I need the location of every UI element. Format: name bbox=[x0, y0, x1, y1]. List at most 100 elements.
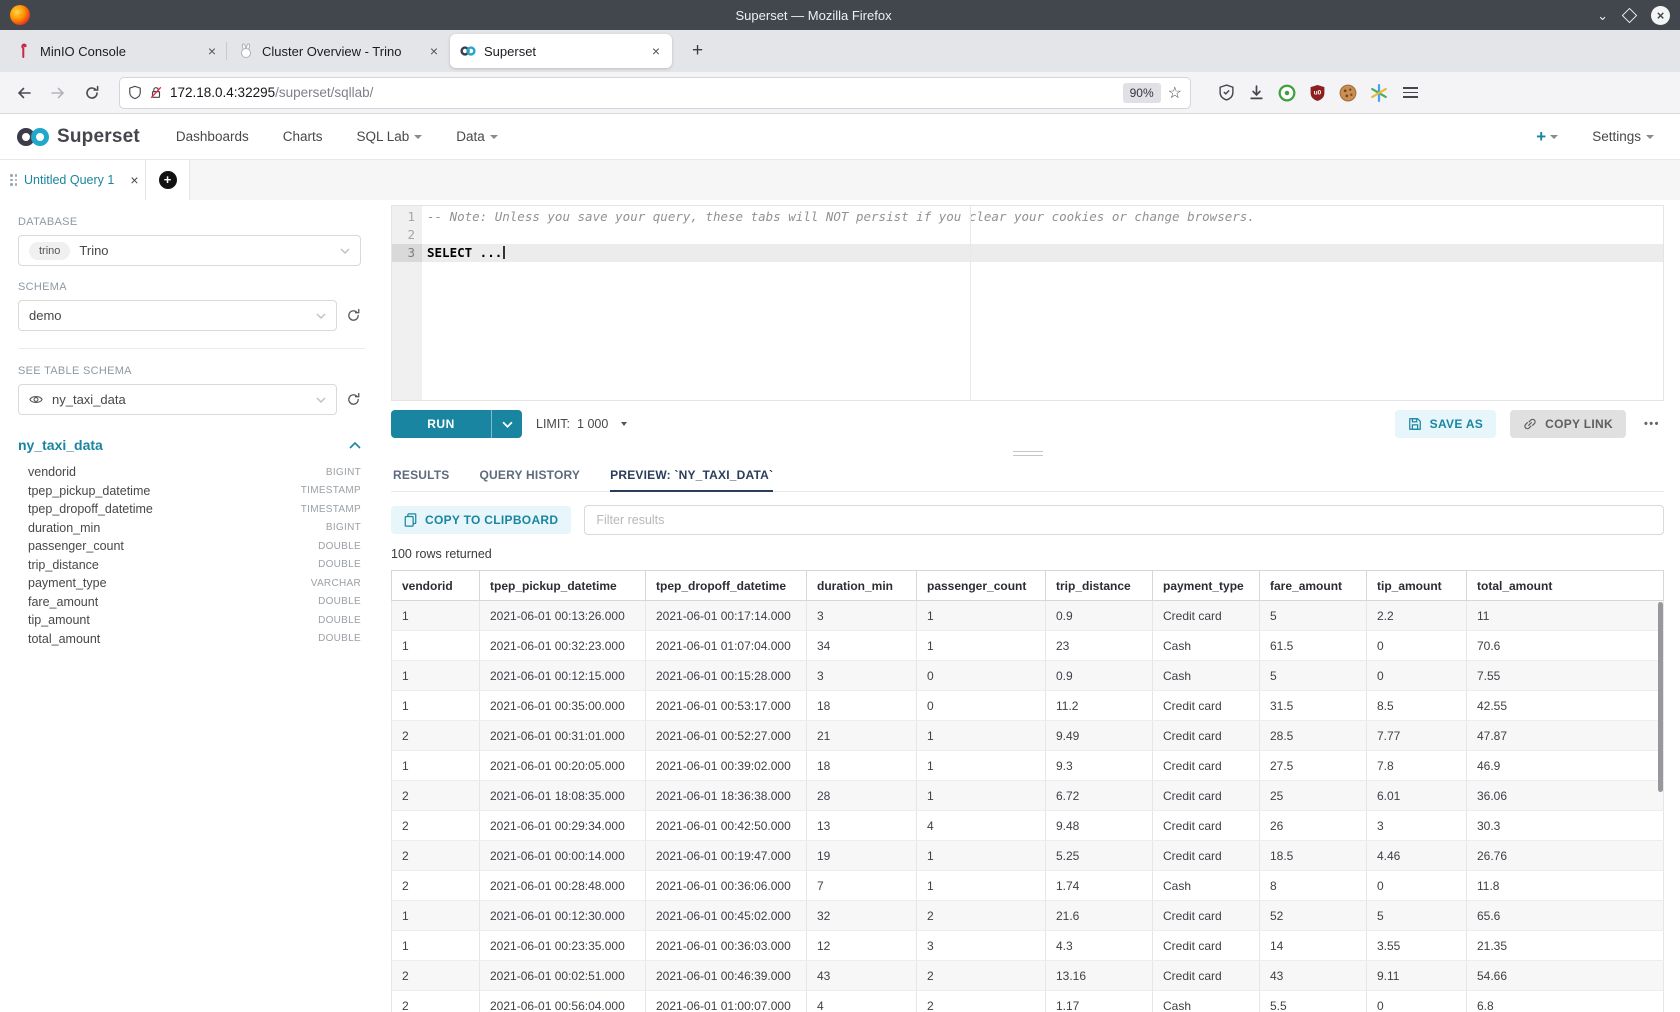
cell: 4.46 bbox=[1367, 841, 1467, 871]
chevron-down-icon bbox=[502, 421, 513, 428]
schema-select[interactable]: demo bbox=[18, 300, 337, 331]
database-select[interactable]: trino Trino bbox=[18, 235, 361, 266]
nav-item-sql-lab[interactable]: SQL Lab bbox=[356, 129, 422, 144]
run-button[interactable]: RUN bbox=[391, 410, 491, 438]
query-tab-close-icon[interactable]: × bbox=[130, 172, 138, 188]
window-maximize-icon[interactable] bbox=[1622, 7, 1638, 23]
column-header[interactable]: total_amount bbox=[1467, 571, 1664, 601]
column-header[interactable]: tpep_dropoff_datetime bbox=[646, 571, 807, 601]
cell: 23 bbox=[1046, 631, 1153, 661]
cell: 2 bbox=[917, 991, 1046, 1012]
nav-item-data[interactable]: Data bbox=[456, 129, 498, 144]
nav-item-charts[interactable]: Charts bbox=[283, 129, 323, 144]
window-close-icon[interactable]: × bbox=[1651, 6, 1670, 25]
column-header[interactable]: tip_amount bbox=[1367, 571, 1467, 601]
tab-close-icon[interactable]: × bbox=[206, 43, 218, 59]
cell: 2021-06-01 00:46:39.000 bbox=[646, 961, 807, 991]
cell: 1 bbox=[917, 601, 1046, 631]
run-options-button[interactable] bbox=[491, 410, 522, 438]
cell: 5 bbox=[1260, 601, 1367, 631]
table-select[interactable]: ny_taxi_data bbox=[18, 384, 337, 415]
settings-menu[interactable]: Settings bbox=[1592, 129, 1654, 144]
table-row: 2 2021-06-01 00:28:48.000 2021-06-01 00:… bbox=[392, 871, 1664, 901]
copy-to-clipboard-button[interactable]: COPY TO CLIPBOARD bbox=[391, 506, 571, 534]
copy-link-button[interactable]: COPY LINK bbox=[1510, 410, 1626, 438]
column-header[interactable]: passenger_count bbox=[917, 571, 1046, 601]
reload-button[interactable] bbox=[78, 79, 106, 107]
cell: 18.5 bbox=[1260, 841, 1367, 871]
query-tab-active[interactable]: Untitled Query 1 × bbox=[0, 160, 146, 200]
trino-favicon bbox=[238, 43, 254, 59]
cell: 2021-06-01 00:39:02.000 bbox=[646, 751, 807, 781]
cell: 1 bbox=[917, 631, 1046, 661]
browser-tab-minio[interactable]: MinIO Console × bbox=[6, 34, 228, 68]
firefox-icon bbox=[10, 5, 30, 25]
superset-navbar: Superset Dashboards Charts SQL Lab Data … bbox=[0, 114, 1680, 160]
extension-green-icon[interactable] bbox=[1278, 84, 1296, 102]
column-header[interactable]: duration_min bbox=[807, 571, 917, 601]
pocket-shield-icon[interactable] bbox=[1218, 84, 1235, 101]
add-query-tab-button[interactable]: + bbox=[159, 171, 177, 189]
cell: 2021-06-01 00:45:02.000 bbox=[646, 901, 807, 931]
table-row: 1 2021-06-01 00:35:00.000 2021-06-01 00:… bbox=[392, 691, 1664, 721]
cookie-icon[interactable] bbox=[1339, 84, 1357, 102]
browser-tab-superset[interactable]: Superset × bbox=[450, 34, 672, 68]
chevron-up-icon[interactable] bbox=[349, 441, 361, 449]
downloads-icon[interactable] bbox=[1248, 84, 1265, 101]
extension-asterisk-icon[interactable] bbox=[1370, 84, 1388, 102]
filter-results-input[interactable] bbox=[584, 505, 1664, 535]
table-row: 1 2021-06-01 00:32:23.000 2021-06-01 01:… bbox=[392, 631, 1664, 661]
cell: 2021-06-01 00:02:51.000 bbox=[480, 961, 646, 991]
column-header[interactable]: payment_type bbox=[1153, 571, 1260, 601]
limit-dropdown[interactable]: LIMIT: 1 000 bbox=[536, 417, 627, 431]
drag-handle-icon[interactable] bbox=[10, 174, 17, 186]
table-schema-title[interactable]: ny_taxi_data bbox=[18, 437, 349, 453]
insecure-lock-icon[interactable] bbox=[149, 85, 163, 100]
refresh-schema-icon[interactable] bbox=[346, 308, 361, 323]
cell: Cash bbox=[1153, 871, 1260, 901]
bookmark-star-icon[interactable]: ☆ bbox=[1168, 83, 1182, 103]
cell: 21 bbox=[807, 721, 917, 751]
column-header[interactable]: tpep_pickup_datetime bbox=[480, 571, 646, 601]
tab-preview[interactable]: PREVIEW: `NY_TAXI_DATA` bbox=[610, 459, 773, 491]
column-name: trip_distance bbox=[28, 558, 318, 572]
browser-tab-trino[interactable]: Cluster Overview - Trino × bbox=[228, 34, 450, 68]
back-button[interactable] bbox=[10, 79, 38, 107]
new-tab-button[interactable]: + bbox=[686, 40, 709, 62]
cell: 43 bbox=[807, 961, 917, 991]
tab-close-icon[interactable]: × bbox=[428, 43, 440, 59]
menu-icon[interactable] bbox=[1401, 85, 1420, 100]
query-tabstrip: Untitled Query 1 × + bbox=[0, 160, 1680, 200]
tracking-shield-icon[interactable] bbox=[128, 85, 142, 100]
refresh-tables-icon[interactable] bbox=[346, 392, 361, 407]
add-new-button[interactable]: + bbox=[1536, 127, 1558, 147]
ublock-shield-icon[interactable]: u0 bbox=[1309, 84, 1326, 102]
window-minimize-icon[interactable]: ⌄ bbox=[1597, 9, 1608, 22]
tab-query-history[interactable]: QUERY HISTORY bbox=[480, 459, 581, 491]
column-row: vendorid BIGINT bbox=[18, 463, 361, 482]
superset-logo[interactable]: Superset bbox=[16, 126, 140, 148]
column-header[interactable]: fare_amount bbox=[1260, 571, 1367, 601]
cell: 2 bbox=[392, 811, 480, 841]
cell: 9.11 bbox=[1367, 961, 1467, 991]
pane-resize-handle[interactable] bbox=[391, 447, 1664, 459]
url-bar[interactable]: 172.18.0.4:32295/superset/sqllab/ 90% ☆ bbox=[120, 78, 1190, 108]
zoom-level-badge[interactable]: 90% bbox=[1123, 83, 1161, 103]
caret-down-icon bbox=[621, 422, 627, 426]
chevron-down-icon bbox=[340, 248, 350, 254]
tab-close-icon[interactable]: × bbox=[650, 43, 662, 59]
browser-tab-label: Cluster Overview - Trino bbox=[262, 44, 420, 59]
sql-editor[interactable]: 1 2 3 -- Note: Unless you save your quer… bbox=[391, 205, 1664, 401]
forward-button[interactable] bbox=[44, 79, 72, 107]
table-scrollbar-thumb[interactable] bbox=[1658, 602, 1663, 792]
column-header[interactable]: trip_distance bbox=[1046, 571, 1153, 601]
column-header[interactable]: vendorid bbox=[392, 571, 480, 601]
cell: Credit card bbox=[1153, 601, 1260, 631]
cell: 21.35 bbox=[1467, 931, 1664, 961]
nav-item-dashboards[interactable]: Dashboards bbox=[176, 129, 249, 144]
editor-code[interactable]: -- Note: Unless you save your query, the… bbox=[422, 206, 1663, 400]
more-options-button[interactable]: ••• bbox=[1640, 418, 1664, 430]
save-as-button[interactable]: SAVE AS bbox=[1395, 410, 1496, 438]
column-type: DOUBLE bbox=[318, 541, 361, 552]
tab-results[interactable]: RESULTS bbox=[393, 459, 450, 491]
